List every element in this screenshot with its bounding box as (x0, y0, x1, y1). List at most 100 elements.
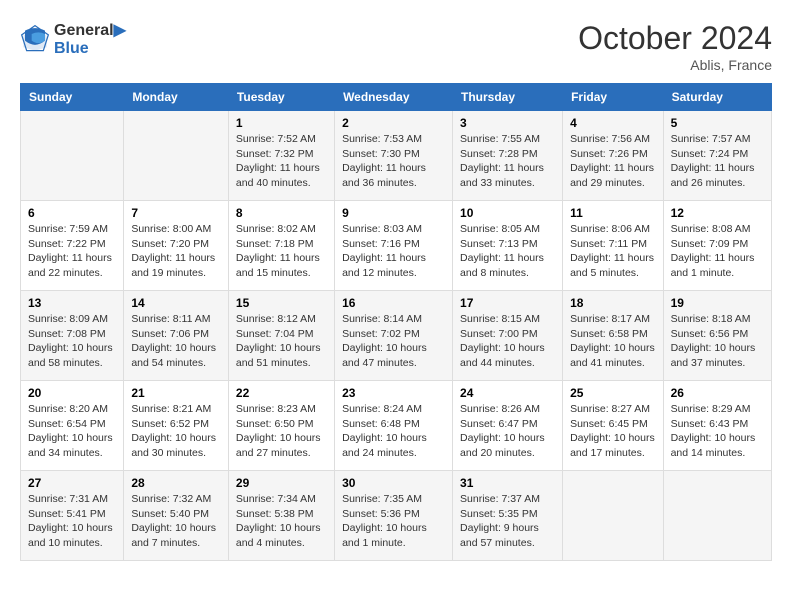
location: Ablis, France (578, 57, 772, 73)
day-info: Sunrise: 8:27 AMSunset: 6:45 PMDaylight:… (570, 402, 655, 461)
day-number: 11 (570, 206, 655, 220)
day-info: Sunrise: 7:53 AMSunset: 7:30 PMDaylight:… (342, 132, 445, 191)
calendar-cell: 4 Sunrise: 7:56 AMSunset: 7:26 PMDaylight… (563, 111, 663, 201)
calendar-cell: 15 Sunrise: 8:12 AMSunset: 7:04 PMDayligh… (228, 291, 334, 381)
day-number: 25 (570, 386, 655, 400)
column-header-thursday: Thursday (453, 84, 563, 111)
day-info: Sunrise: 8:03 AMSunset: 7:16 PMDaylight:… (342, 222, 445, 281)
day-info: Sunrise: 8:23 AMSunset: 6:50 PMDaylight:… (236, 402, 327, 461)
calendar-cell: 18Sunrise: 8:17 AMSunset: 6:58 PMDayligh… (563, 291, 663, 381)
column-header-wednesday: Wednesday (335, 84, 453, 111)
calendar-cell: 13 Sunrise: 8:09 AMSunset: 7:08 PMDayligh… (21, 291, 124, 381)
calendar-cell: 10 Sunrise: 8:05 AMSunset: 7:13 PMDayligh… (453, 201, 563, 291)
title-area: October 2024 Ablis, France (578, 20, 772, 73)
day-number: 7 (131, 206, 221, 220)
day-number: 4 (570, 116, 655, 130)
day-info: Sunrise: 7:57 AMSunset: 7:24 PMDaylight:… (671, 132, 764, 191)
day-number: 1 (236, 116, 327, 130)
calendar-cell (663, 471, 771, 561)
day-info: Sunrise: 8:11 AMSunset: 7:06 PMDaylight:… (131, 312, 221, 371)
day-number: 12 (671, 206, 764, 220)
day-number: 28 (131, 476, 221, 490)
calendar-cell: 2 Sunrise: 7:53 AMSunset: 7:30 PMDaylight… (335, 111, 453, 201)
day-number: 2 (342, 116, 445, 130)
logo-icon (20, 24, 50, 54)
column-header-saturday: Saturday (663, 84, 771, 111)
calendar-cell: 7 Sunrise: 8:00 AMSunset: 7:20 PMDaylight… (124, 201, 229, 291)
day-info: Sunrise: 8:24 AMSunset: 6:48 PMDaylight:… (342, 402, 445, 461)
day-number: 29 (236, 476, 327, 490)
day-info: Sunrise: 8:21 AMSunset: 6:52 PMDaylight:… (131, 402, 221, 461)
calendar-cell: 9 Sunrise: 8:03 AMSunset: 7:16 PMDaylight… (335, 201, 453, 291)
calendar-cell: 8 Sunrise: 8:02 AMSunset: 7:18 PMDaylight… (228, 201, 334, 291)
calendar-cell: 21Sunrise: 8:21 AMSunset: 6:52 PMDayligh… (124, 381, 229, 471)
day-info: Sunrise: 7:37 AMSunset: 5:35 PMDaylight:… (460, 492, 555, 551)
day-number: 22 (236, 386, 327, 400)
day-info: Sunrise: 8:08 AMSunset: 7:09 PMDaylight:… (671, 222, 764, 281)
day-info: Sunrise: 8:00 AMSunset: 7:20 PMDaylight:… (131, 222, 221, 281)
day-number: 16 (342, 296, 445, 310)
calendar-cell: 22 Sunrise: 8:23 AMSunset: 6:50 PMDayligh… (228, 381, 334, 471)
week-row-1: 1 Sunrise: 7:52 AMSunset: 7:32 PMDaylight… (21, 111, 772, 201)
day-info: Sunrise: 8:15 AMSunset: 7:00 PMDaylight:… (460, 312, 555, 371)
calendar-cell: 14 Sunrise: 8:11 AMSunset: 7:06 PMDayligh… (124, 291, 229, 381)
day-number: 14 (131, 296, 221, 310)
logo-text: General▶ Blue (54, 20, 126, 58)
day-number: 27 (28, 476, 116, 490)
day-number: 23 (342, 386, 445, 400)
column-header-sunday: Sunday (21, 84, 124, 111)
column-header-tuesday: Tuesday (228, 84, 334, 111)
day-info: Sunrise: 8:05 AMSunset: 7:13 PMDaylight:… (460, 222, 555, 281)
day-number: 13 (28, 296, 116, 310)
day-info: Sunrise: 8:12 AMSunset: 7:04 PMDaylight:… (236, 312, 327, 371)
day-number: 18 (570, 296, 655, 310)
page-header: General▶ Blue October 2024 Ablis, France (20, 20, 772, 73)
day-info: Sunrise: 8:09 AMSunset: 7:08 PMDaylight:… (28, 312, 116, 371)
day-number: 10 (460, 206, 555, 220)
calendar-cell: 31Sunrise: 7:37 AMSunset: 5:35 PMDayligh… (453, 471, 563, 561)
day-number: 24 (460, 386, 555, 400)
calendar-cell: 12 Sunrise: 8:08 AMSunset: 7:09 PMDayligh… (663, 201, 771, 291)
day-info: Sunrise: 7:56 AMSunset: 7:26 PMDaylight:… (570, 132, 655, 191)
calendar-cell: 16 Sunrise: 8:14 AMSunset: 7:02 PMDayligh… (335, 291, 453, 381)
calendar-cell: 24 Sunrise: 8:26 AMSunset: 6:47 PMDayligh… (453, 381, 563, 471)
calendar-cell: 25 Sunrise: 8:27 AMSunset: 6:45 PMDayligh… (563, 381, 663, 471)
day-info: Sunrise: 8:20 AMSunset: 6:54 PMDaylight:… (28, 402, 116, 461)
day-number: 8 (236, 206, 327, 220)
day-info: Sunrise: 8:14 AMSunset: 7:02 PMDaylight:… (342, 312, 445, 371)
day-info: Sunrise: 8:02 AMSunset: 7:18 PMDaylight:… (236, 222, 327, 281)
calendar-cell: 5 Sunrise: 7:57 AMSunset: 7:24 PMDaylight… (663, 111, 771, 201)
calendar-cell: 23 Sunrise: 8:24 AMSunset: 6:48 PMDayligh… (335, 381, 453, 471)
day-info: Sunrise: 7:52 AMSunset: 7:32 PMDaylight:… (236, 132, 327, 191)
day-info: Sunrise: 7:31 AMSunset: 5:41 PMDaylight:… (28, 492, 116, 551)
calendar-cell: 20Sunrise: 8:20 AMSunset: 6:54 PMDayligh… (21, 381, 124, 471)
day-info: Sunrise: 8:18 AMSunset: 6:56 PMDaylight:… (671, 312, 764, 371)
calendar-header-row: SundayMondayTuesdayWednesdayThursdayFrid… (21, 84, 772, 111)
day-info: Sunrise: 7:55 AMSunset: 7:28 PMDaylight:… (460, 132, 555, 191)
logo: General▶ Blue (20, 20, 126, 58)
day-info: Sunrise: 7:35 AMSunset: 5:36 PMDaylight:… (342, 492, 445, 551)
week-row-5: 27 Sunrise: 7:31 AMSunset: 5:41 PMDayligh… (21, 471, 772, 561)
column-header-monday: Monday (124, 84, 229, 111)
day-number: 30 (342, 476, 445, 490)
calendar-cell (124, 111, 229, 201)
day-number: 6 (28, 206, 116, 220)
calendar-cell (563, 471, 663, 561)
day-number: 9 (342, 206, 445, 220)
week-row-4: 20Sunrise: 8:20 AMSunset: 6:54 PMDayligh… (21, 381, 772, 471)
calendar-table: SundayMondayTuesdayWednesdayThursdayFrid… (20, 83, 772, 561)
day-info: Sunrise: 8:26 AMSunset: 6:47 PMDaylight:… (460, 402, 555, 461)
day-number: 5 (671, 116, 764, 130)
day-info: Sunrise: 7:32 AMSunset: 5:40 PMDaylight:… (131, 492, 221, 551)
day-number: 15 (236, 296, 327, 310)
day-number: 26 (671, 386, 764, 400)
day-number: 3 (460, 116, 555, 130)
day-number: 17 (460, 296, 555, 310)
calendar-cell: 17 Sunrise: 8:15 AMSunset: 7:00 PMDayligh… (453, 291, 563, 381)
calendar-cell: 28 Sunrise: 7:32 AMSunset: 5:40 PMDayligh… (124, 471, 229, 561)
calendar-cell: 30 Sunrise: 7:35 AMSunset: 5:36 PMDayligh… (335, 471, 453, 561)
day-info: Sunrise: 8:29 AMSunset: 6:43 PMDaylight:… (671, 402, 764, 461)
calendar-cell: 6Sunrise: 7:59 AMSunset: 7:22 PMDaylight… (21, 201, 124, 291)
calendar-cell: 1 Sunrise: 7:52 AMSunset: 7:32 PMDaylight… (228, 111, 334, 201)
calendar-cell: 3 Sunrise: 7:55 AMSunset: 7:28 PMDaylight… (453, 111, 563, 201)
